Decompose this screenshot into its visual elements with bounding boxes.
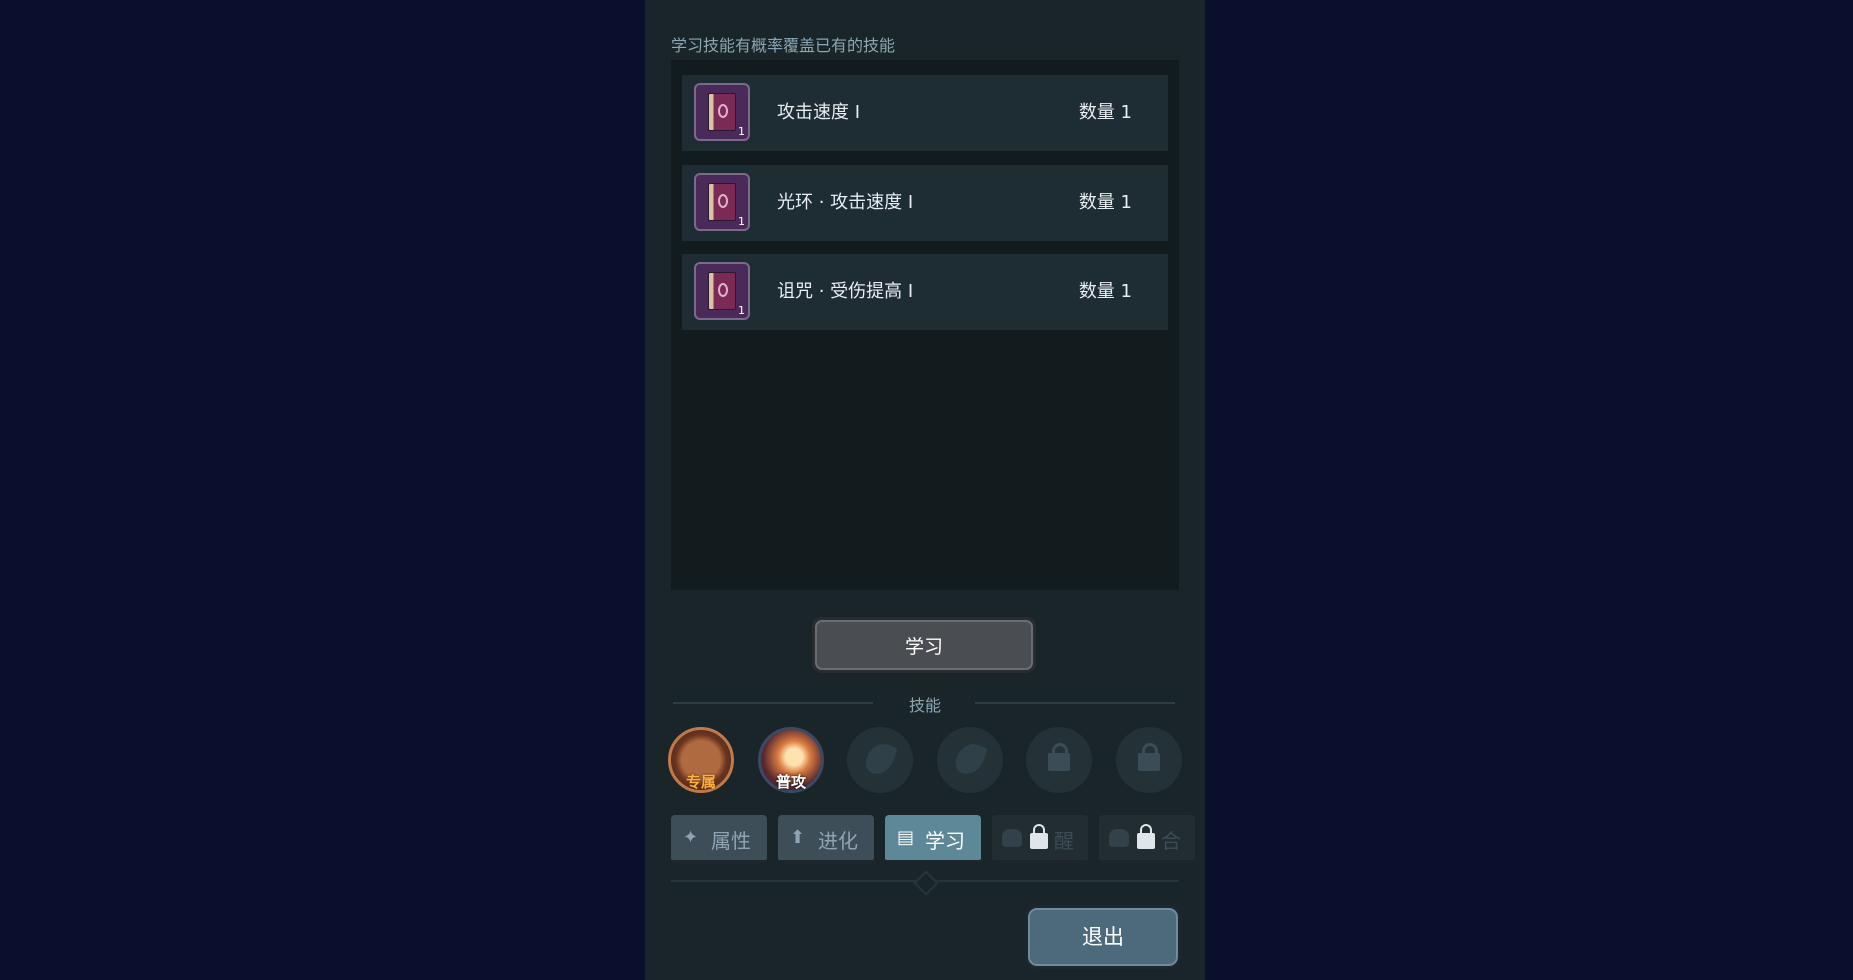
- normal-attack-slot[interactable]: 普攻: [758, 727, 824, 793]
- skill-book-name: 攻击速度 Ⅰ: [777, 102, 861, 123]
- skill-book-row[interactable]: 1 攻击速度 Ⅰ 数量 1: [682, 75, 1168, 151]
- lock-icon: [1137, 824, 1155, 849]
- tab-evolve[interactable]: ⬆ 进化: [778, 815, 874, 863]
- book-count-badge: 1: [738, 125, 745, 138]
- flame-icon: [952, 739, 988, 779]
- skill-book-name: 诅咒 · 受伤提高 Ⅰ: [777, 281, 914, 302]
- skills-section-title: 技能: [908, 696, 941, 715]
- empty-skill-slot[interactable]: [847, 727, 913, 793]
- skill-book-name: 光环 · 攻击速度 Ⅰ: [777, 192, 914, 213]
- divider-right: [975, 702, 1175, 704]
- arrow-up-icon: ⬆: [790, 827, 806, 848]
- exclusive-skill-slot[interactable]: 专属: [668, 727, 734, 793]
- skill-book-list: 1 攻击速度 Ⅰ 数量 1 1 光环 · 攻击速度 Ⅰ 数量 1 1 诅咒 · …: [671, 60, 1179, 590]
- beast-icon: [1109, 829, 1129, 847]
- tab-awaken-locked: 醒: [992, 815, 1088, 863]
- tab-fusion-locked: 合: [1099, 815, 1195, 863]
- empty-skill-slot[interactable]: [937, 727, 1003, 793]
- skill-book-row[interactable]: 1 诅咒 · 受伤提高 Ⅰ 数量 1: [682, 254, 1168, 330]
- lock-icon: [1048, 743, 1070, 771]
- beast-icon: [1002, 829, 1022, 847]
- skill-book-icon: 1: [694, 173, 750, 231]
- skill-book-qty: 数量 1: [1078, 102, 1132, 123]
- normal-attack-tag: 普攻: [775, 773, 806, 791]
- tab-learn[interactable]: ▤ 学习: [885, 815, 981, 863]
- skill-book-qty: 数量 1: [1078, 281, 1132, 302]
- tab-attributes[interactable]: ✦ 属性: [671, 815, 767, 863]
- exit-button[interactable]: 退出: [1025, 905, 1181, 969]
- book-count-badge: 1: [738, 215, 745, 228]
- skill-book-qty: 数量 1: [1078, 192, 1132, 213]
- lock-icon: [1030, 824, 1048, 849]
- learn-button[interactable]: 学习: [812, 617, 1036, 673]
- book-icon: ▤: [897, 827, 915, 848]
- divider-ornament: [913, 870, 939, 896]
- skill-book-row[interactable]: 1 光环 · 攻击速度 Ⅰ 数量 1: [682, 165, 1168, 241]
- learn-panel: 学习技能有概率覆盖已有的技能 1 攻击速度 Ⅰ 数量 1 1 光环 · 攻击速度…: [645, 0, 1205, 980]
- skill-book-icon: 1: [694, 83, 750, 141]
- exclusive-skill-tag: 专属: [685, 773, 716, 791]
- book-count-badge: 1: [738, 304, 745, 317]
- hint-text: 学习技能有概率覆盖已有的技能: [671, 36, 896, 55]
- lock-icon: [1138, 743, 1160, 771]
- locked-skill-slot: [1026, 727, 1092, 793]
- paw-icon: ✦: [683, 827, 699, 848]
- flame-icon: [862, 739, 898, 779]
- locked-skill-slot: [1116, 727, 1182, 793]
- skill-book-icon: 1: [694, 262, 750, 320]
